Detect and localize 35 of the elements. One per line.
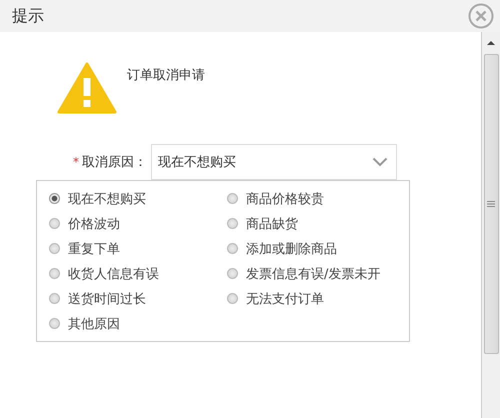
option-label[interactable]: 收货人信息有误: [68, 264, 159, 282]
radio-button[interactable]: [227, 293, 238, 304]
required-mark: *: [73, 155, 79, 169]
radio-button[interactable]: [49, 268, 60, 279]
option-label[interactable]: 送货时间过长: [68, 290, 146, 308]
radio-button[interactable]: [49, 243, 60, 254]
radio-button[interactable]: [227, 243, 238, 254]
warning-icon: [57, 62, 117, 114]
option-label[interactable]: 现在不想购买: [68, 190, 146, 208]
radio-button[interactable]: [49, 193, 60, 204]
option-label[interactable]: 商品缺货: [246, 214, 298, 232]
option-label[interactable]: 其他原因: [68, 314, 120, 332]
option-label[interactable]: 发票信息有误/发票未开: [246, 264, 380, 282]
reason-dropdown[interactable]: 现在不想购买: [151, 144, 397, 180]
radio-button[interactable]: [49, 318, 60, 329]
option-label[interactable]: 重复下单: [68, 240, 120, 258]
radio-button[interactable]: [49, 218, 60, 229]
radio-button[interactable]: [227, 218, 238, 229]
option-label[interactable]: 添加或删除商品: [246, 240, 337, 258]
radio-button[interactable]: [227, 268, 238, 279]
grip-icon: [487, 200, 495, 208]
scroll-up-icon[interactable]: [487, 40, 495, 46]
close-icon[interactable]: [468, 3, 494, 29]
option-label[interactable]: 价格波动: [68, 214, 120, 232]
radio-button[interactable]: [227, 193, 238, 204]
option-label[interactable]: 商品价格较贵: [246, 190, 324, 208]
option-label[interactable]: 无法支付订单: [246, 290, 324, 308]
message-text: 订单取消申请: [127, 67, 205, 84]
dialog-title: 提示: [12, 6, 44, 26]
radio-button[interactable]: [49, 293, 60, 304]
scroll-thumb[interactable]: [484, 54, 498, 354]
scrollbar[interactable]: [481, 32, 500, 418]
dropdown-value: 现在不想购买: [158, 154, 236, 171]
chevron-down-icon: [372, 157, 388, 167]
field-label: 取消原因：: [82, 154, 147, 171]
